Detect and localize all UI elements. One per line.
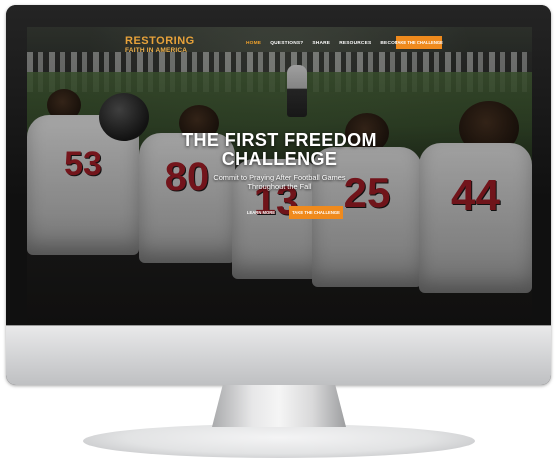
logo-text-bottom: FAITH IN AMERICA xyxy=(125,47,188,54)
monitor-chin xyxy=(6,325,551,385)
hero-subtitle-line-2: Throughout the Fall xyxy=(247,182,312,191)
site-logo[interactable]: RESTORING FAITH IN AMERICA xyxy=(125,36,195,55)
hero-subtitle: Commit to Praying After Football Games T… xyxy=(27,173,532,191)
nav-link-questions[interactable]: QUESTIONS? xyxy=(270,41,303,46)
monitor-stand-base xyxy=(83,424,475,458)
logo-text-top: RESTORING xyxy=(125,35,195,47)
site-header: RESTORING FAITH IN AMERICA HOME QUESTION… xyxy=(27,27,532,67)
website-screen: 53 80 13 25 44 RESTORING FAI xyxy=(27,27,532,323)
hero-title-line-1: THE FIRST FREEDOM xyxy=(182,130,377,150)
hero-title-line-2: CHALLENGE xyxy=(221,149,338,169)
imac-monitor: 53 80 13 25 44 RESTORING FAI xyxy=(6,5,551,385)
take-challenge-nav-button[interactable]: TAKE THE CHALLENGE xyxy=(395,36,443,49)
learn-more-button[interactable]: LEARN MORE xyxy=(241,206,281,218)
take-challenge-button[interactable]: TAKE THE CHALLENGE xyxy=(289,206,343,219)
nav-link-home[interactable]: HOME xyxy=(246,41,261,46)
monitor-stand-neck xyxy=(212,385,346,427)
hero-title: THE FIRST FREEDOM CHALLENGE xyxy=(27,131,532,169)
hero-subtitle-line-1: Commit to Praying After Football Games xyxy=(213,173,346,182)
nav-link-share[interactable]: SHARE xyxy=(312,41,330,46)
nav-link-resources[interactable]: RESOURCES xyxy=(339,41,371,46)
